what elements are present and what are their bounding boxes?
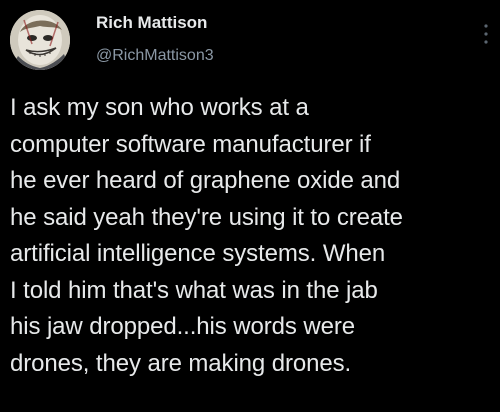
more-vertical-icon[interactable] bbox=[480, 20, 492, 48]
tweet-text: I ask my son who works at a computer sof… bbox=[10, 94, 403, 377]
tweet-card: Rich Mattison @RichMattison3 I ask my so… bbox=[0, 0, 500, 412]
avatar-image bbox=[10, 10, 70, 70]
author-handle[interactable]: @RichMattison3 bbox=[96, 47, 214, 65]
author-name[interactable]: Rich Mattison bbox=[96, 13, 207, 33]
avatar[interactable] bbox=[10, 10, 70, 70]
